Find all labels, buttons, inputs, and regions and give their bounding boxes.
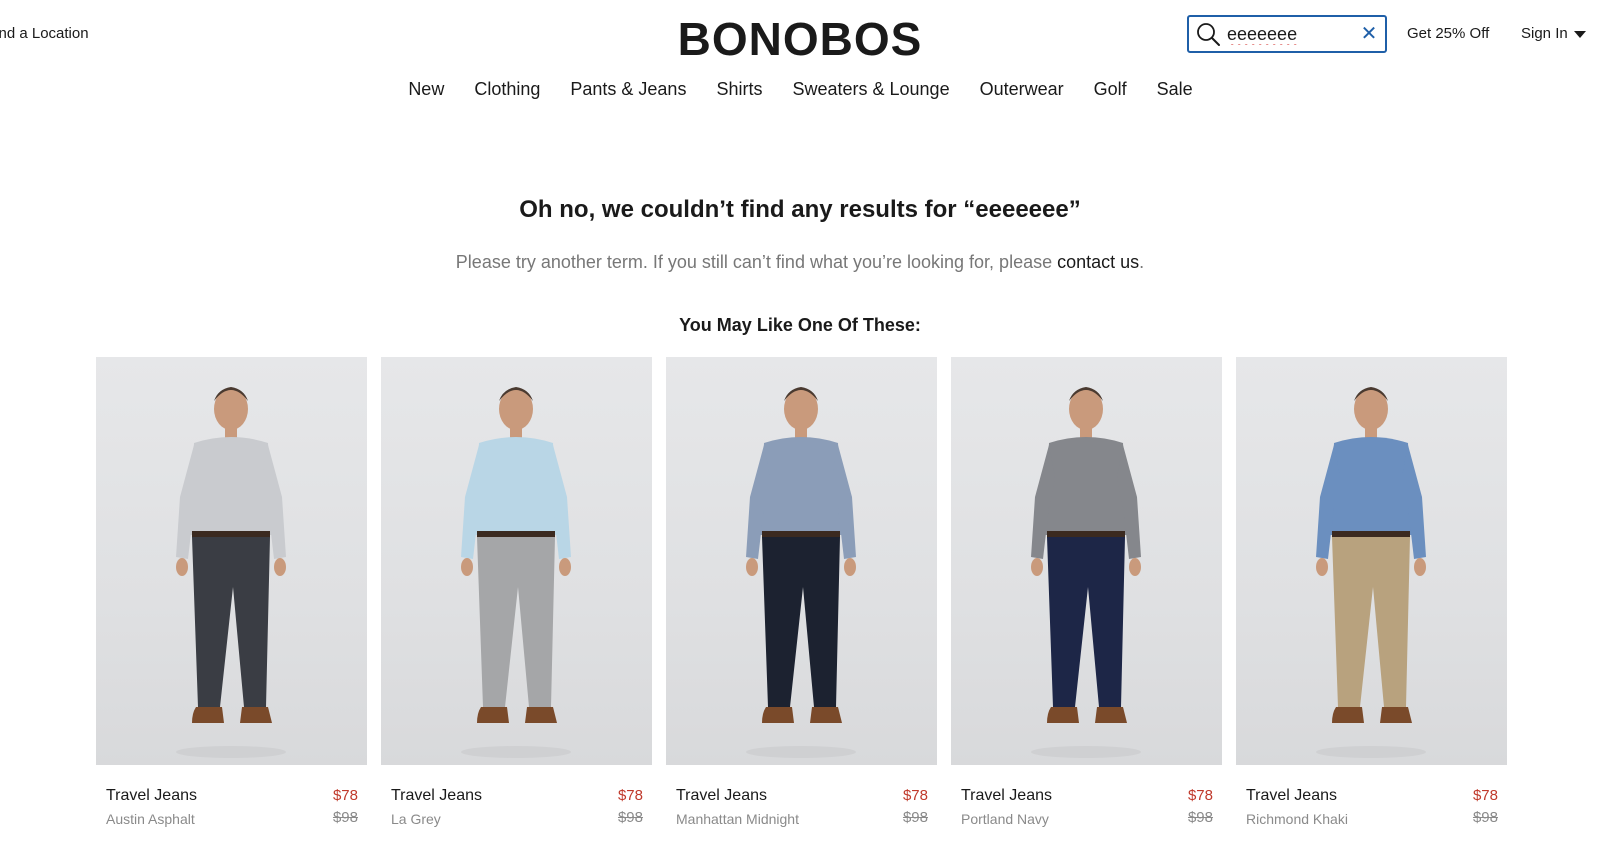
nav-item-new[interactable]: New (407, 79, 444, 100)
no-results-message: Please try another term. If you still ca… (0, 252, 1600, 273)
product-card[interactable]: Travel Jeans Austin Asphalt $78 $98 (96, 357, 367, 827)
contact-us-link[interactable]: contact us (1057, 252, 1139, 272)
nav-item-sweaters-lounge[interactable]: Sweaters & Lounge (791, 79, 949, 100)
product-card[interactable]: Travel Jeans La Grey $78 $98 (381, 357, 652, 827)
sale-price: $78 (332, 787, 358, 804)
no-results-text: Please try another term. If you still ca… (455, 252, 1053, 272)
close-icon[interactable]: ✕ (1359, 24, 1379, 44)
main-nav: New Clothing Pants & Jeans Shirts Sweate… (0, 79, 1600, 100)
product-color: Portland Navy (961, 811, 1049, 827)
find-location-link[interactable]: Find a Location (0, 25, 89, 42)
sign-in-dropdown[interactable]: Sign In (1521, 25, 1586, 42)
page: Find a Location BONOBOS ✕ Get 25% Off Si… (0, 0, 1600, 859)
product-card[interactable]: Travel Jeans Richmond Khaki $78 $98 (1236, 357, 1507, 827)
original-price: $98 (332, 809, 358, 826)
nav-item-pants-jeans[interactable]: Pants & Jeans (569, 79, 686, 100)
sign-in-label: Sign In (1521, 25, 1568, 42)
product-color: Austin Asphalt (106, 811, 195, 827)
sale-price: $78 (902, 787, 928, 804)
product-name[interactable]: Travel Jeans (106, 787, 197, 805)
nav-item-shirts[interactable]: Shirts (715, 79, 762, 100)
sale-price: $78 (1472, 787, 1498, 804)
product-color: La Grey (391, 811, 441, 827)
no-results-heading: Oh no, we couldn’t find any results for … (519, 196, 1081, 223)
product-card[interactable]: Travel Jeans Manhattan Midnight $78 $98 (666, 357, 937, 827)
product-info: Travel Jeans Richmond Khaki $78 $98 (1236, 765, 1507, 827)
period: . (1139, 252, 1145, 272)
product-grid: Travel Jeans Austin Asphalt $78 $98 Trav… (96, 357, 1507, 827)
caret-down-icon (1573, 31, 1586, 38)
product-info: Travel Jeans La Grey $78 $98 (381, 765, 652, 827)
product-info: Travel Jeans Austin Asphalt $78 $98 (96, 765, 367, 827)
product-name[interactable]: Travel Jeans (676, 787, 799, 805)
product-info: Travel Jeans Manhattan Midnight $78 $98 (666, 765, 937, 827)
product-color: Richmond Khaki (1246, 811, 1348, 827)
product-info: Travel Jeans Portland Navy $78 $98 (951, 765, 1222, 827)
search-icon[interactable] (1195, 21, 1221, 47)
original-price: $98 (1187, 809, 1213, 826)
search-box[interactable]: ✕ (1187, 15, 1387, 53)
product-card[interactable]: Travel Jeans Portland Navy $78 $98 (951, 357, 1222, 827)
product-name[interactable]: Travel Jeans (961, 787, 1052, 805)
product-image[interactable] (1236, 357, 1507, 765)
logo-text[interactable]: BONOBOS (678, 13, 923, 65)
original-price: $98 (617, 809, 643, 826)
sale-price: $78 (1187, 787, 1213, 804)
sale-price: $78 (617, 787, 643, 804)
nav-item-golf[interactable]: Golf (1093, 79, 1127, 100)
recommendations-heading: You May Like One Of These: (679, 315, 921, 335)
product-image[interactable] (666, 357, 937, 765)
product-image[interactable] (96, 357, 367, 765)
product-image[interactable] (381, 357, 652, 765)
original-price: $98 (1472, 809, 1498, 826)
search-input[interactable] (1227, 23, 1357, 45)
original-price: $98 (902, 809, 928, 826)
product-color: Manhattan Midnight (676, 811, 799, 827)
product-image[interactable] (951, 357, 1222, 765)
nav-item-outerwear[interactable]: Outerwear (979, 79, 1064, 100)
product-name[interactable]: Travel Jeans (391, 787, 482, 805)
nav-item-sale[interactable]: Sale (1156, 79, 1193, 100)
nav-item-clothing[interactable]: Clothing (473, 79, 540, 100)
promo-link[interactable]: Get 25% Off (1407, 25, 1489, 42)
product-name[interactable]: Travel Jeans (1246, 787, 1348, 805)
